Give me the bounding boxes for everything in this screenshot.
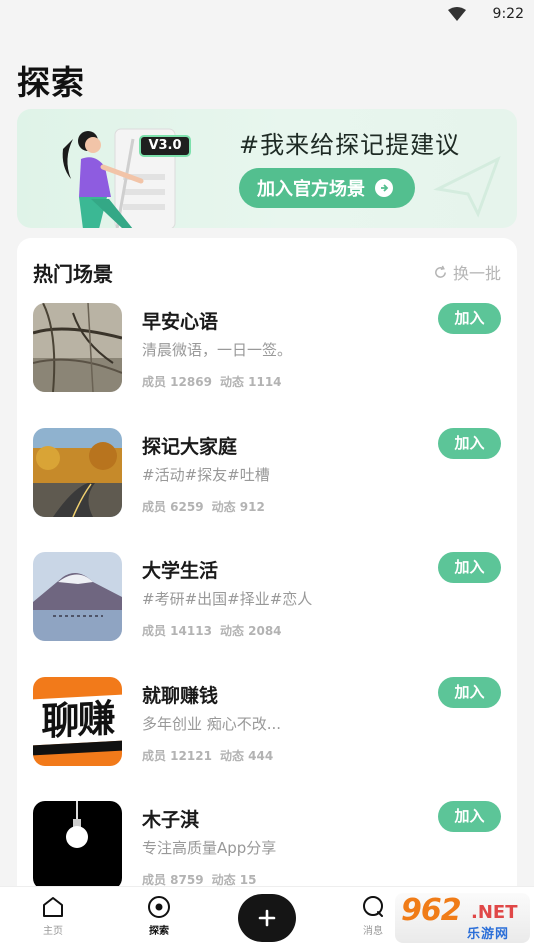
scene-stats: 成员 12121 动态 444 <box>142 747 273 764</box>
scene-description: #考研#出国#择业#恋人 <box>142 590 313 608</box>
member-count: 成员 14113 <box>142 624 212 638</box>
tab-explore[interactable]: 探索 <box>129 895 189 937</box>
thumbnail-text: 聊赚 <box>33 694 122 746</box>
watermark-number: 962 <box>401 893 462 928</box>
tab-home[interactable]: 主页 <box>23 895 83 937</box>
arrow-right-icon <box>375 179 393 197</box>
post-count: 动态 912 <box>211 500 265 514</box>
list-item[interactable]: 聊赚 就聊赚钱 多年创业 痴心不改... 成员 12121 动态 444 加入 <box>17 677 517 787</box>
hot-scenes-card: 热门场景 换一批 早安心语 清晨微语，一日一签。 成员 12869 动态 111… <box>17 238 517 949</box>
watermark-sub: 乐游网 <box>467 927 510 942</box>
suggestion-banner[interactable]: V3.0 #我来给探记提建议 加入官方场景 <box>17 109 517 228</box>
compass-icon <box>148 896 170 918</box>
section-title: 热门场景 <box>33 262 113 286</box>
member-count: 成员 12869 <box>142 375 212 389</box>
scene-stats: 成员 6259 动态 912 <box>142 498 265 515</box>
join-button[interactable]: 加入 <box>438 303 501 334</box>
version-badge: V3.0 <box>139 135 191 157</box>
refresh-icon <box>435 265 446 278</box>
scene-name: 木子淇 <box>142 809 200 831</box>
scene-stats: 成员 12869 动态 1114 <box>142 373 282 390</box>
scene-description: 专注高质量App分享 <box>142 839 277 857</box>
status-time: 9:22 <box>492 6 524 22</box>
join-official-scene-button[interactable]: 加入官方场景 <box>239 168 415 208</box>
scene-thumbnail <box>33 428 122 517</box>
banner-headline: #我来给探记提建议 <box>239 131 461 159</box>
list-item[interactable]: 探记大家庭 #活动#探友#吐槽 成员 6259 动态 912 加入 <box>17 428 517 538</box>
wifi-icon <box>448 7 466 21</box>
refresh-button[interactable]: 换一批 <box>433 260 501 284</box>
message-icon <box>363 896 383 917</box>
scene-thumbnail <box>33 801 122 890</box>
scene-name: 就聊赚钱 <box>142 685 219 707</box>
create-post-button[interactable] <box>238 894 296 942</box>
tab-messages[interactable]: 消息 <box>343 895 403 937</box>
watermark-net: .NET <box>471 902 518 923</box>
scene-thumbnail: 聊赚 <box>33 677 122 766</box>
page-title: 探索 <box>17 63 85 102</box>
tab-label: 探索 <box>149 926 169 937</box>
refresh-label: 换一批 <box>452 264 501 283</box>
scene-name: 早安心语 <box>142 311 219 333</box>
post-count: 动态 2084 <box>219 624 282 638</box>
join-button[interactable]: 加入 <box>438 677 501 708</box>
tab-label: 消息 <box>363 926 383 937</box>
site-watermark-logo: 962 .NET 乐游网 <box>395 893 530 943</box>
list-item[interactable]: 大学生活 #考研#出国#择业#恋人 成员 14113 动态 2084 加入 <box>17 552 517 662</box>
tab-label: 主页 <box>43 926 63 937</box>
join-button[interactable]: 加入 <box>438 428 501 459</box>
post-count: 动态 444 <box>219 749 274 763</box>
scene-thumbnail <box>33 552 122 641</box>
scene-name: 探记大家庭 <box>142 436 238 458</box>
join-button[interactable]: 加入 <box>438 801 501 832</box>
scene-name: 大学生活 <box>142 560 219 582</box>
post-count: 动态 1114 <box>219 375 282 389</box>
plus-icon <box>258 909 276 927</box>
status-bar: 9:22 <box>0 0 534 30</box>
member-count: 成员 6259 <box>142 500 204 514</box>
join-button[interactable]: 加入 <box>438 552 501 583</box>
scene-stats: 成员 14113 动态 2084 <box>142 622 282 639</box>
list-item[interactable]: 早安心语 清晨微语，一日一签。 成员 12869 动态 1114 加入 <box>17 303 517 413</box>
banner-button-label: 加入官方场景 <box>257 179 365 200</box>
scene-description: #活动#探友#吐槽 <box>142 466 270 484</box>
scene-description: 清晨微语，一日一签。 <box>142 341 293 359</box>
member-count: 成员 12121 <box>142 749 212 763</box>
scene-thumbnail <box>33 303 122 392</box>
scene-description: 多年创业 痴心不改... <box>142 715 282 733</box>
home-icon <box>43 897 63 917</box>
